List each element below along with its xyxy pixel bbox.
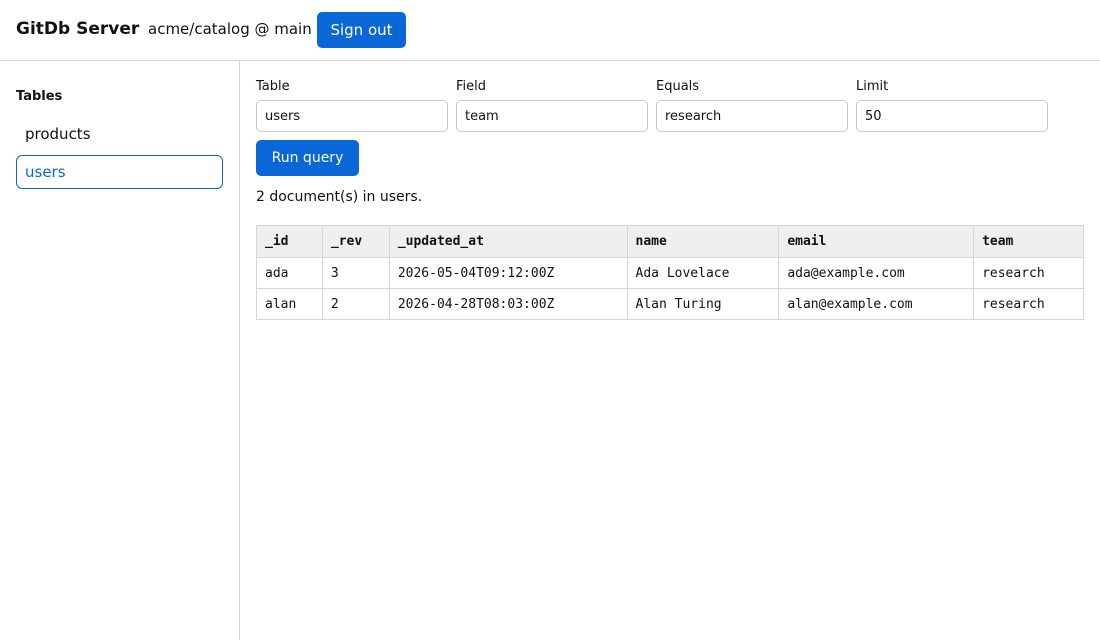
cell-email: ada@example.com xyxy=(778,257,975,289)
cell-email: alan@example.com xyxy=(778,288,975,320)
cell-team: research xyxy=(973,288,1084,320)
sidebar-item-users[interactable]: users xyxy=(16,155,223,189)
column-header-name[interactable]: name xyxy=(626,225,780,258)
sidebar: Tables products users xyxy=(0,61,240,640)
table-header-row: _id _rev _updated_at name email team xyxy=(256,225,1084,258)
column-header-team[interactable]: team xyxy=(973,225,1084,258)
cell-updated-at: 2026-04-28T08:03:00Z xyxy=(388,288,628,320)
cell-id: ada xyxy=(256,257,323,289)
cell-name: Alan Turing xyxy=(626,288,780,320)
sidebar-title: Tables xyxy=(16,89,63,104)
table-row[interactable]: alan 2 2026-04-28T08:03:00Z Alan Turing … xyxy=(256,288,1084,320)
cell-name: Ada Lovelace xyxy=(626,257,780,289)
run-query-button[interactable]: Run query xyxy=(256,140,359,176)
query-panel: Table Field Equals Limit Run query 2 doc… xyxy=(240,61,1100,640)
cell-id: alan xyxy=(256,288,323,320)
result-summary: 2 document(s) in users. xyxy=(256,189,423,205)
sign-out-button[interactable]: Sign out xyxy=(317,12,406,48)
column-header-email[interactable]: email xyxy=(778,225,975,258)
cell-rev: 2 xyxy=(321,288,390,320)
repo-branch-label: acme/catalog @ main xyxy=(148,20,312,38)
column-header-updated-at[interactable]: _updated_at xyxy=(388,225,628,258)
sidebar-item-products[interactable]: products xyxy=(16,117,223,151)
table-field-label: Table xyxy=(256,79,290,94)
table-input[interactable] xyxy=(256,100,448,132)
top-bar: GitDb Server acme/catalog @ main Sign ou… xyxy=(0,0,1100,61)
table-row[interactable]: ada 3 2026-05-04T09:12:00Z Ada Lovelace … xyxy=(256,257,1084,289)
cell-updated-at: 2026-05-04T09:12:00Z xyxy=(388,257,628,289)
equals-field-label: Equals xyxy=(656,79,700,94)
cell-team: research xyxy=(973,257,1084,289)
results-table: _id _rev _updated_at name email team ada… xyxy=(256,225,1084,320)
column-header-id[interactable]: _id xyxy=(256,225,323,258)
field-field-label: Field xyxy=(456,79,487,94)
app-title: GitDb Server xyxy=(16,19,140,39)
cell-rev: 3 xyxy=(321,257,390,289)
equals-input[interactable] xyxy=(656,100,848,132)
limit-input[interactable] xyxy=(856,100,1048,132)
column-header-rev[interactable]: _rev xyxy=(321,225,390,258)
field-input[interactable] xyxy=(456,100,648,132)
limit-field-label: Limit xyxy=(856,79,889,94)
